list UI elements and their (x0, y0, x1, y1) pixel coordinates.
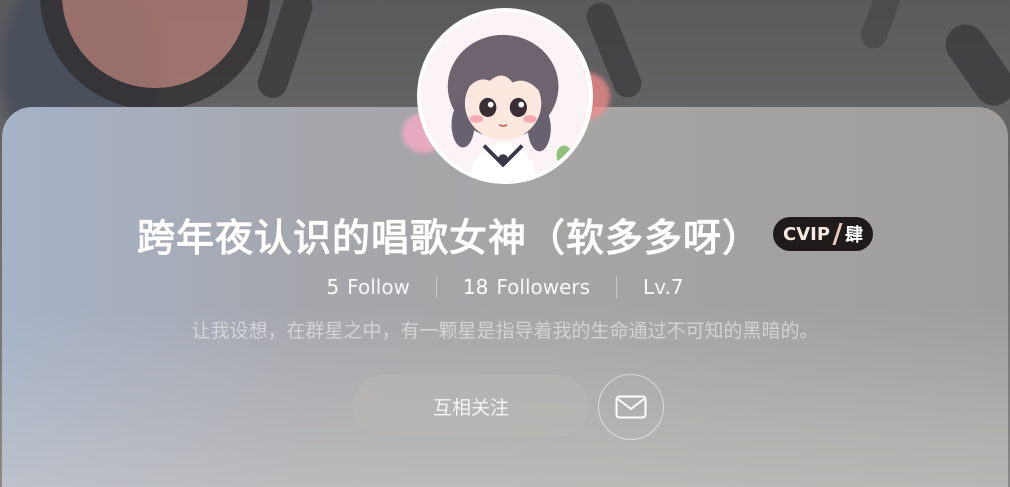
profile-stats: 5 Follow 18 Followers Lv.7 (0, 270, 1010, 304)
follow-stat[interactable]: 5 Follow (300, 275, 435, 299)
follow-label: Follow (347, 275, 410, 299)
bio-text: 让我设想，在群星之中，有一颗星是指导着我的生命通过不可知的黑暗的。 (191, 320, 819, 342)
mutual-follow-button[interactable]: 互相关注 (353, 375, 589, 437)
background-art (937, 16, 1010, 114)
avatar-illustration (421, 12, 589, 180)
avatar[interactable] (417, 8, 593, 184)
message-button[interactable] (598, 374, 664, 440)
followers-stat[interactable]: 18 Followers (437, 275, 616, 299)
level-label: Lv.7 (643, 275, 684, 299)
username: 跨年夜认识的唱歌女神（软多多呀） (136, 215, 761, 260)
vip-level: 肆 (845, 225, 864, 246)
profile-screen: 跨年夜认识的唱歌女神（软多多呀） CVIP 肆 5 Follow 18 Foll… (0, 0, 1010, 487)
name-row: 跨年夜认识的唱歌女神（软多多呀） CVIP 肆 (0, 208, 1010, 260)
vip-separator-icon (832, 223, 843, 245)
follow-count: 5 (326, 275, 340, 299)
background-art (857, 0, 909, 53)
mail-icon (615, 395, 647, 419)
followers-count: 18 (462, 275, 489, 299)
level-stat[interactable]: Lv.7 (617, 275, 710, 299)
vip-mark: CVIP (782, 223, 831, 245)
followers-label: Followers (496, 275, 591, 299)
vip-badge[interactable]: CVIP 肆 (772, 217, 874, 251)
